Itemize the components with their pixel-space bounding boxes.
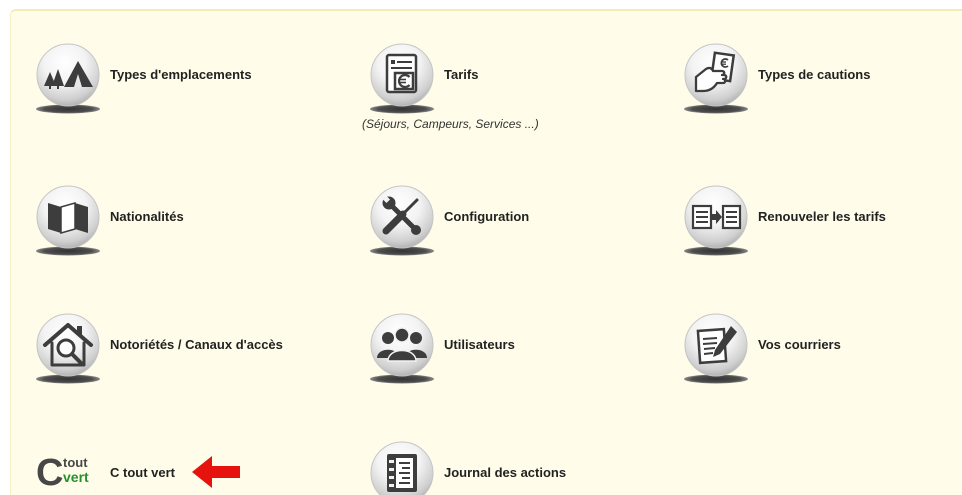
menu-item-notorietes[interactable]: Notoriétés / Canaux d'accès [35,313,335,385]
menu-item-label[interactable]: Types d'emplacements [110,67,252,83]
tools-icon[interactable] [369,185,435,257]
menu-item-label[interactable]: C tout vert [110,465,175,481]
users-icon[interactable] [369,313,435,385]
menu-item-label[interactable]: Types de cautions [758,67,870,83]
logo-letter: C [36,452,64,494]
house-search-icon[interactable] [35,313,101,385]
menu-item-label[interactable]: Nationalités [110,209,184,225]
menu-item-vos-courriers[interactable]: Vos courriers [683,313,953,385]
menu-item-label[interactable]: Notoriétés / Canaux d'accès [110,337,283,353]
menu-item-renouveler-tarifs[interactable]: Renouveler les tarifs [683,185,953,257]
menu-item-label[interactable]: Vos courriers [758,337,841,353]
c-tout-vert-logo[interactable]: C tout vert [36,453,100,493]
menu-item-label[interactable]: Utilisateurs [444,337,515,353]
map-icon[interactable] [35,185,101,257]
menu-item-sublabel: (Séjours, Campeurs, Services ...) [362,117,539,131]
arrow-shape [192,456,240,488]
menu-item-label[interactable]: Configuration [444,209,529,225]
page: Types d'emplacements Tarifs (Séjours, Ca… [0,0,962,495]
tent-icon[interactable] [35,43,101,115]
letter-pen-icon[interactable] [683,313,749,385]
menu-item-label[interactable]: Tarifs [444,67,478,83]
menu-item-utilisateurs[interactable]: Utilisateurs [369,313,669,385]
journal-icon[interactable] [369,441,435,495]
menu-item-label[interactable]: Renouveler les tarifs [758,209,886,225]
menu-item-journal-actions[interactable]: Journal des actions [369,441,669,495]
logo-word-top: tout [63,455,88,470]
red-arrow-annotation [192,456,240,488]
euro-document-icon[interactable] [369,43,435,115]
logo-word-bottom: vert [63,469,89,485]
menu-item-nationalites[interactable]: Nationalités [35,185,335,257]
menu-item-tarifs[interactable]: Tarifs (Séjours, Campeurs, Services ...) [362,43,669,133]
renew-documents-icon[interactable] [683,185,749,257]
hand-document-icon[interactable] [683,43,749,115]
menu-item-types-emplacements[interactable]: Types d'emplacements [35,43,335,115]
menu-item-label[interactable]: Journal des actions [444,465,566,481]
menu-item-c-tout-vert[interactable]: C tout vert C tout vert [35,441,335,495]
menu-item-types-cautions[interactable]: Types de cautions [683,43,953,115]
menu-item-configuration[interactable]: Configuration [369,185,669,257]
